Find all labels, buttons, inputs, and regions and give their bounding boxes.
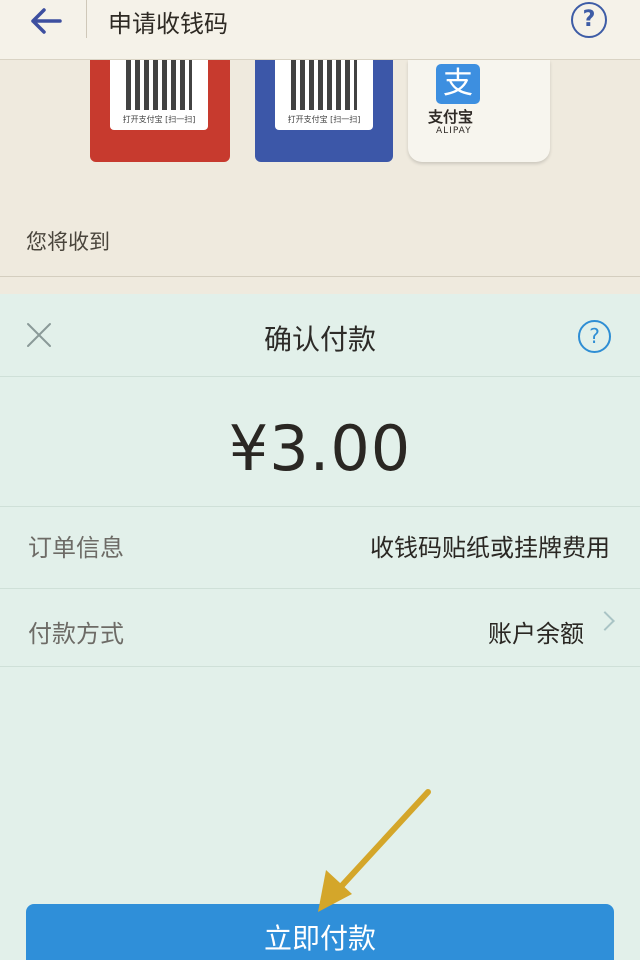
arrow-left-icon[interactable] [28,6,62,36]
qr-promo-banner: 打开支付宝 [扫一扫] 打开支付宝 [扫一扫] 支 支付宝 ALIPAY [80,60,560,170]
receive-label: 您将收到 [26,230,110,254]
qr-code [126,60,192,110]
chevron-right-icon [595,611,615,631]
order-info-label: 订单信息 [28,534,124,562]
red-qr-card: 打开支付宝 [扫一扫] [90,60,230,162]
divider [0,588,640,589]
pay-now-button[interactable]: 立即付款 [26,904,614,960]
page-title: 申请收钱码 [108,10,228,38]
blue-qr-card: 打开支付宝 [扫一扫] [255,60,393,162]
sheet-title: 确认付款 [263,323,376,356]
divider [0,376,640,377]
divider [0,666,640,667]
order-info-value: 收钱码贴纸或挂牌费用 [370,534,610,562]
qr-code [291,60,357,110]
divider [0,276,640,277]
alipay-brand-en: ALIPAY [436,126,472,136]
background-header: 申请收钱码 ? [0,0,640,60]
confirm-payment-sheet: 确认付款 ? ¥3.00 订单信息 收钱码贴纸或挂牌费用 付款方式 账户余额 立… [0,294,640,960]
alipay-brand-name: 支付宝 [428,108,474,126]
qr-card-inner: 打开支付宝 [扫一扫] [275,60,373,130]
question-circle-icon[interactable]: ? [578,320,611,353]
header-divider [86,0,87,38]
question-circle-icon[interactable]: ? [571,2,607,38]
payment-method-label: 付款方式 [28,620,124,648]
qr-card-caption: 打开支付宝 [扫一扫] [122,115,196,124]
divider [0,506,640,507]
payment-method-value: 账户余额 [488,620,584,648]
payment-amount: ¥3.00 [228,412,412,485]
alipay-card: 支 支付宝 ALIPAY [408,60,550,162]
qr-card-inner: 打开支付宝 [扫一扫] [110,60,208,130]
alipay-logo-icon: 支 [436,64,480,104]
qr-card-caption: 打开支付宝 [扫一扫] [287,115,361,124]
